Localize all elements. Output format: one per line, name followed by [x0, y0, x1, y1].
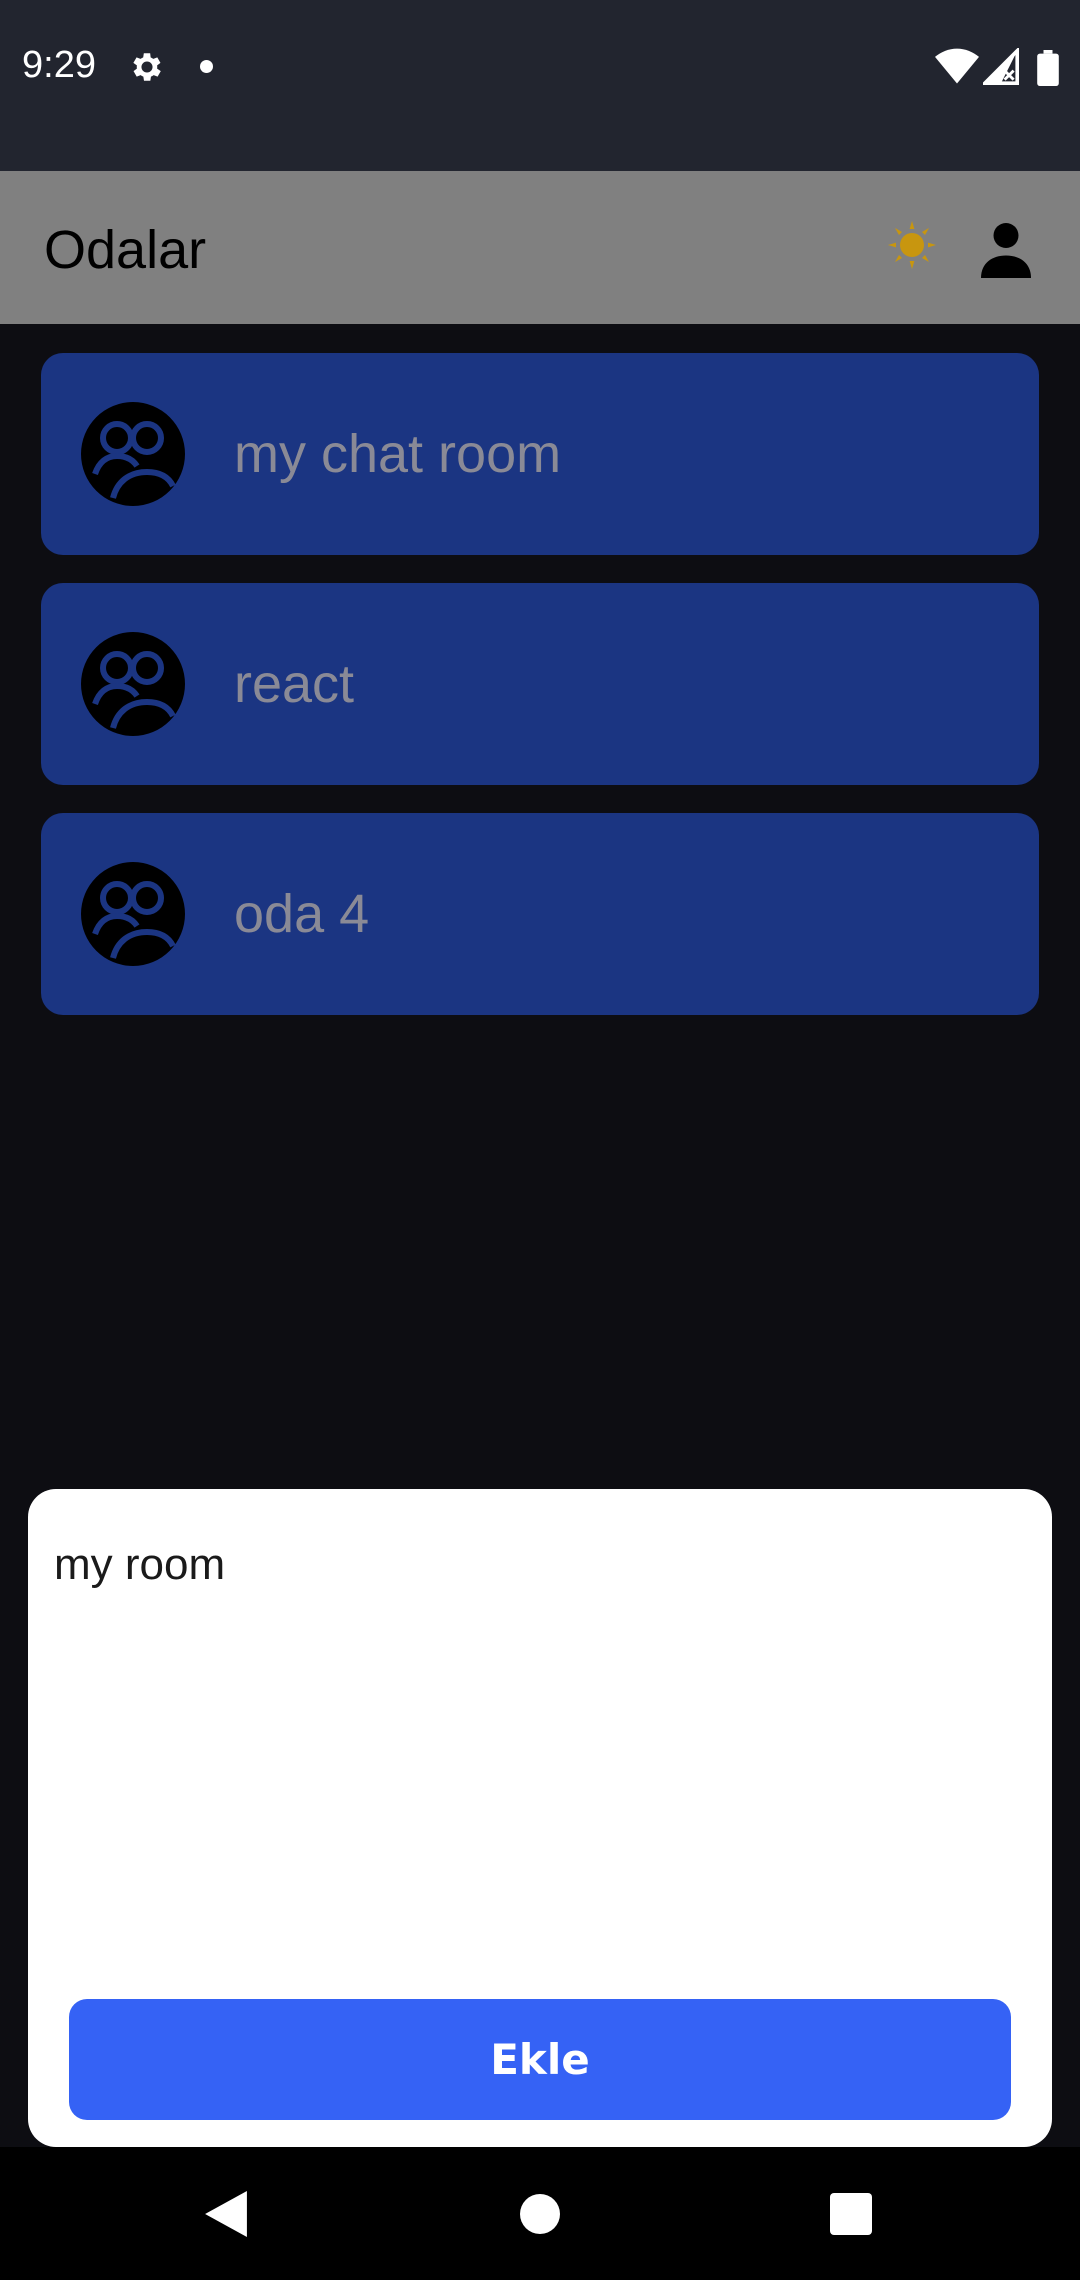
notification-dot-icon: [200, 60, 213, 73]
signal-icon: [983, 48, 1019, 85]
group-icon: [81, 632, 185, 736]
back-icon[interactable]: [204, 2191, 248, 2237]
room-list: my chat room react oda 4: [41, 353, 1039, 1043]
room-name-input[interactable]: [54, 1535, 1014, 1595]
room-card[interactable]: oda 4: [41, 813, 1039, 1015]
room-card[interactable]: my chat room: [41, 353, 1039, 555]
home-icon[interactable]: [520, 2194, 560, 2234]
status-time: 9:29: [22, 44, 96, 86]
group-icon: [81, 862, 185, 966]
status-bar: 9:29: [0, 0, 1080, 171]
navigation-bar: [0, 2147, 1080, 2280]
battery-icon: [1037, 50, 1059, 86]
add-room-button[interactable]: Ekle: [69, 1999, 1011, 2120]
app-bar: Odalar: [0, 171, 1080, 324]
sun-icon[interactable]: [888, 221, 936, 269]
person-icon[interactable]: [976, 217, 1036, 279]
page-title: Odalar: [44, 220, 207, 280]
wifi-icon: [935, 48, 979, 84]
add-room-sheet: Ekle: [28, 1489, 1052, 2147]
gear-icon: [133, 53, 161, 81]
recents-icon[interactable]: [830, 2193, 872, 2235]
room-card[interactable]: react: [41, 583, 1039, 785]
room-name: my chat room: [234, 424, 562, 484]
room-name: react: [234, 654, 355, 714]
group-icon: [81, 402, 185, 506]
room-name: oda 4: [234, 884, 370, 944]
